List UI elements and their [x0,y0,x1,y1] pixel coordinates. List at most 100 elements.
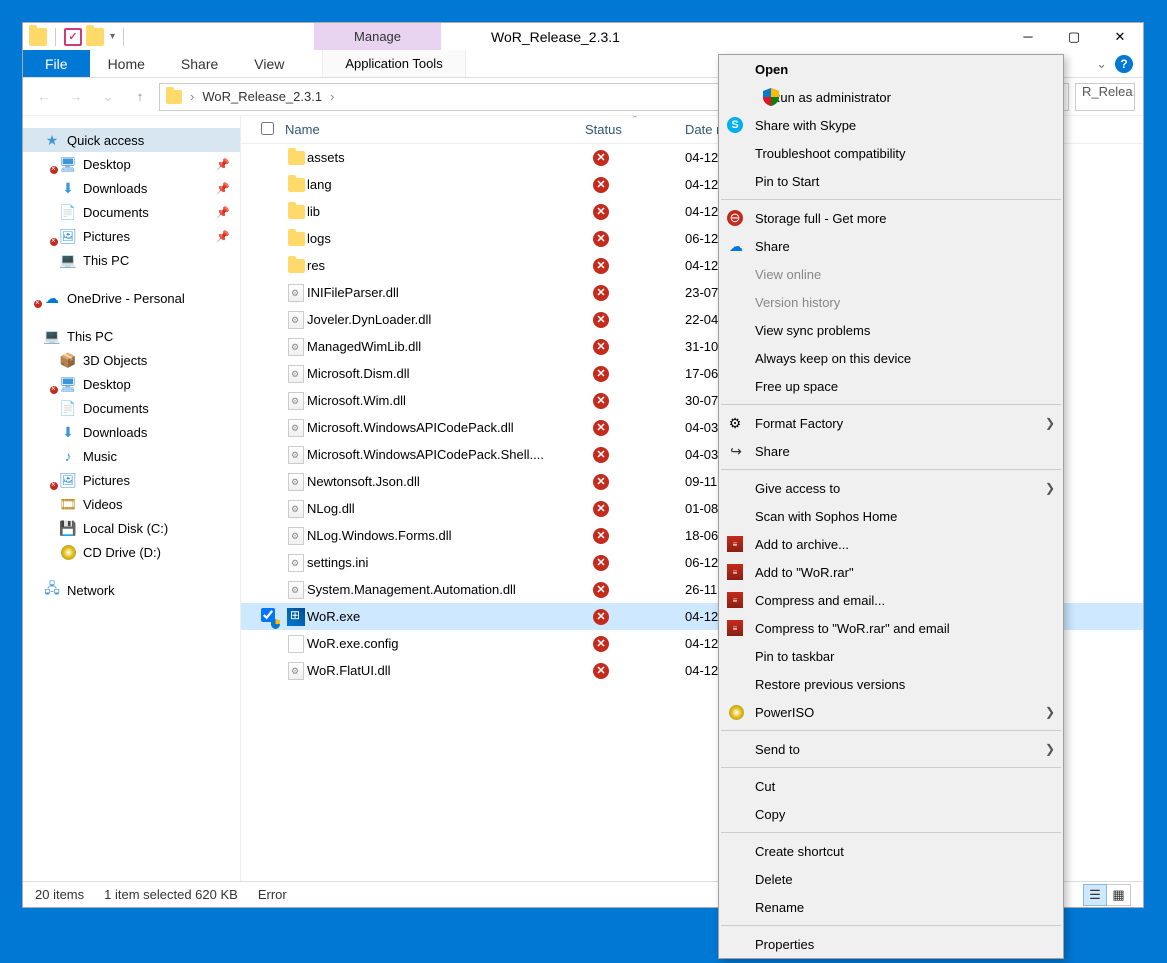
ctx-giveaccess[interactable]: Give access to❯ [719,474,1063,502]
ctx-viewonline[interactable]: View online [719,260,1063,288]
cd-icon [59,544,77,560]
details-view-button[interactable]: ☰ [1083,884,1107,906]
ctx-compressemail[interactable]: ≡Compress and email... [719,586,1063,614]
sidebar-item-3dobjects[interactable]: 📦3D Objects [23,348,240,372]
back-button[interactable]: ← [31,84,57,110]
ctx-delete[interactable]: Delete [719,865,1063,893]
sidebar-item-documents[interactable]: 📄Documents📌 [23,200,240,224]
dll-icon [285,446,307,464]
ctx-runasadmin[interactable]: Run as administrator [719,83,1063,111]
sidebar-item-localdisk[interactable]: 💾Local Disk (C:) [23,516,240,540]
file-name: System.Management.Automation.dll [307,582,585,597]
ctx-createshortcut[interactable]: Create shortcut [719,837,1063,865]
ribbon-expand-icon[interactable]: ⌄ [1096,56,1107,72]
application-tools-tab[interactable]: Application Tools [322,50,465,77]
ctx-compressworrar[interactable]: ≡Compress to "WoR.rar" and email [719,614,1063,642]
sidebar-item-documents2[interactable]: 📄Documents [23,396,240,420]
sidebar-item-quickaccess[interactable]: ★Quick access [23,128,240,152]
ctx-rename[interactable]: Rename [719,893,1063,921]
formatfactory-icon: ⚙ [727,415,743,431]
ctx-sendto[interactable]: Send to❯ [719,735,1063,763]
ctx-storagefull[interactable]: ⊖Storage full - Get more [719,204,1063,232]
ctx-troubleshoot[interactable]: Troubleshoot compatibility [719,139,1063,167]
ctx-copy[interactable]: Copy [719,800,1063,828]
qat-check-icon[interactable]: ✓ [64,28,82,46]
pc-icon: 💻 [59,252,77,268]
forward-button[interactable]: → [63,84,89,110]
ini-icon [285,554,307,572]
error-icon: ✕ [593,663,609,679]
error-icon: ✕ [593,150,609,166]
file-name: assets [307,150,585,165]
file-name: ManagedWimLib.dll [307,339,585,354]
sidebar-item-videos[interactable]: 🎞Videos [23,492,240,516]
pin-icon: 📌 [216,182,230,195]
ctx-restoreversions[interactable]: Restore previous versions [719,670,1063,698]
maximize-button[interactable]: ▢ [1051,23,1097,50]
ctx-addarchive[interactable]: ≡Add to archive... [719,530,1063,558]
ctx-alwayskeep[interactable]: Always keep on this device [719,344,1063,372]
ctx-poweriso[interactable]: PowerISO❯ [719,698,1063,726]
error-badge-icon [49,385,59,395]
ctx-scansophos[interactable]: Scan with Sophos Home [719,502,1063,530]
file-status: ✕ [585,420,685,436]
ctx-open[interactable]: Open [719,55,1063,83]
dll-icon [285,311,307,329]
error-icon: ✕ [593,177,609,193]
thumbnails-view-button[interactable]: ▦ [1107,884,1131,906]
close-button[interactable]: ✕ [1097,23,1143,50]
sidebar-item-cddrive[interactable]: CD Drive (D:) [23,540,240,564]
ctx-share[interactable]: ↪Share [719,437,1063,465]
recent-dropdown[interactable]: ⌄ [95,84,121,110]
ctx-versionhistory[interactable]: Version history [719,288,1063,316]
sidebar-item-desktop[interactable]: 🖥Desktop📌 [23,152,240,176]
dll-icon [285,338,307,356]
ctx-properties[interactable]: Properties [719,930,1063,958]
help-icon[interactable]: ? [1115,55,1133,73]
col-name[interactable]: Name [285,122,585,137]
ctx-pinstart[interactable]: Pin to Start [719,167,1063,195]
manage-tab[interactable]: Manage [314,23,441,50]
sidebar-item-thispc[interactable]: 💻This PC [23,248,240,272]
folder-icon[interactable] [86,28,104,46]
sidebar-item-thispc2[interactable]: 💻This PC [23,324,240,348]
home-tab[interactable]: Home [90,50,163,77]
search-input[interactable]: R_Relea... [1075,83,1135,111]
file-name: res [307,258,585,273]
sidebar-item-downloads[interactable]: ⬇Downloads📌 [23,176,240,200]
ctx-formatfactory[interactable]: ⚙Format Factory❯ [719,409,1063,437]
ctx-share-onedrive[interactable]: ☁Share [719,232,1063,260]
sidebar-item-music[interactable]: ♪Music [23,444,240,468]
ctx-addworrar[interactable]: ≡Add to "WoR.rar" [719,558,1063,586]
sidebar-item-network[interactable]: 🖧Network [23,578,240,602]
ctx-viewsyncproblems[interactable]: View sync problems [719,316,1063,344]
file-status: ✕ [585,393,685,409]
ctx-pintaskbar[interactable]: Pin to taskbar [719,642,1063,670]
ctx-freeup[interactable]: Free up space [719,372,1063,400]
file-name: lang [307,177,585,192]
file-status: ✕ [585,447,685,463]
qat-dropdown[interactable]: ▾ [110,31,115,42]
chevron-right-icon: ❯ [1045,481,1055,495]
ctx-cut[interactable]: Cut [719,772,1063,800]
sidebar-item-downloads2[interactable]: ⬇Downloads [23,420,240,444]
cloud-icon: ☁ [43,290,61,306]
minimize-button[interactable]: ─ [1005,23,1051,50]
sidebar-item-pictures[interactable]: 🖼Pictures📌 [23,224,240,248]
file-name: settings.ini [307,555,585,570]
sidebar-item-desktop2[interactable]: 🖥Desktop [23,372,240,396]
share-tab[interactable]: Share [163,50,236,77]
file-name: NLog.Windows.Forms.dll [307,528,585,543]
ctx-shareskype[interactable]: SShare with Skype [719,111,1063,139]
file-name: Microsoft.WindowsAPICodePack.Shell.... [307,447,585,462]
context-menu: Open Run as administrator SShare with Sk… [718,54,1064,959]
sidebar-item-pictures2[interactable]: 🖼Pictures [23,468,240,492]
view-tab[interactable]: View [236,50,302,77]
up-button[interactable]: ↑ [127,84,153,110]
breadcrumb-folder[interactable]: WoR_Release_2.3.1 [202,89,322,104]
folder-icon [285,178,307,192]
file-tab[interactable]: File [23,50,90,77]
dll-icon [285,581,307,599]
selectall-checkbox[interactable] [261,122,274,135]
sidebar-item-onedrive[interactable]: ☁OneDrive - Personal [23,286,240,310]
